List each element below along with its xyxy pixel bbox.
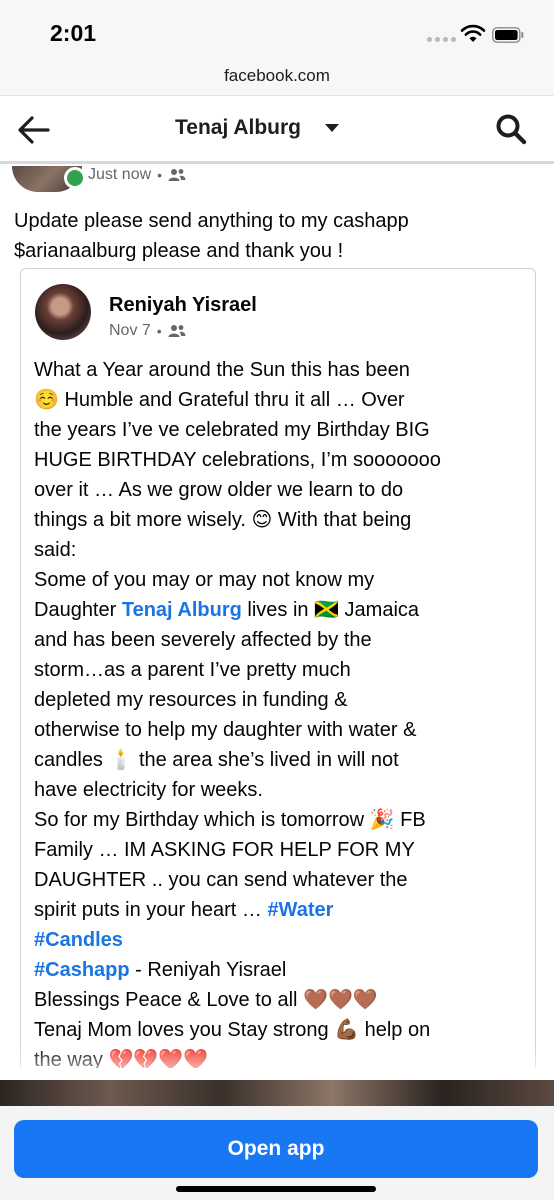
shared-post-text: said: <box>34 539 77 561</box>
page-title: Tenaj Alburg <box>175 116 301 139</box>
shared-post-text: What a Year around the Sun this has been <box>34 359 410 381</box>
status-bar: 2:01 <box>0 0 554 62</box>
cellular-signal-icon <box>427 37 456 42</box>
shared-post-line: Family … IM ASKING FOR HELP FOR MY <box>34 835 528 865</box>
shared-author-avatar[interactable] <box>35 284 91 340</box>
shared-post-text: have electricity for weeks. <box>34 779 263 801</box>
hashtag-link[interactable]: #Cashapp <box>34 959 130 981</box>
shared-post-text: lives in 🇯🇲 Jamaica <box>241 599 420 621</box>
shared-post-line: Daughter Tenaj Alburg lives in 🇯🇲 Jamaic… <box>34 595 528 625</box>
shared-post-line: #Candles <box>34 925 528 955</box>
shared-post-line: the years I’ve ve celebrated my Birthday… <box>34 415 528 445</box>
shared-post-text: HUGE BIRTHDAY celebrations, I’m sooooooo <box>34 449 441 471</box>
shared-author-name[interactable]: Reniyah Yisrael <box>109 294 257 317</box>
shared-post-text: things a bit more wisely. 😊 With that be… <box>34 509 412 531</box>
shared-post-text: spirit puts in your heart … <box>34 899 268 921</box>
battery-icon <box>492 27 524 43</box>
shared-post-line: things a bit more wisely. 😊 With that be… <box>34 505 528 535</box>
shared-post-text: Blessings Peace & Love to all 🤎🤎🤎 <box>34 989 378 1011</box>
friends-audience-icon <box>168 169 186 181</box>
shared-post-line: #Cashapp - Reniyah Yisrael <box>34 955 528 985</box>
shared-post-line: and has been severely affected by the <box>34 625 528 655</box>
meta-separator: • <box>157 167 163 183</box>
shared-post-text: Some of you may or may not know my <box>34 569 375 591</box>
profile-name-dropdown[interactable]: Tenaj Alburg <box>175 116 339 140</box>
post-text-line: Update please send anything to my cashap… <box>14 210 409 232</box>
shared-post-line: said: <box>34 535 528 565</box>
content-fade <box>0 1046 554 1082</box>
shared-post-line: DAUGHTER .. you can send whatever the <box>34 865 528 895</box>
shared-post-line: spirit puts in your heart … #Water <box>34 895 528 925</box>
shared-post-text: the years I’ve ve celebrated my Birthday… <box>34 419 430 441</box>
mention-link[interactable]: Tenaj Alburg <box>122 599 242 621</box>
shared-post-text: depleted my resources in funding & <box>34 689 348 711</box>
shared-post-body: What a Year around the Sun this has been… <box>34 355 528 1068</box>
hashtag-link[interactable]: #Candles <box>34 929 123 951</box>
address-bar[interactable]: facebook.com <box>0 62 554 96</box>
home-indicator <box>176 1186 376 1192</box>
shared-post-line: What a Year around the Sun this has been <box>34 355 528 385</box>
shared-post-line: Blessings Peace & Love to all 🤎🤎🤎 <box>34 985 528 1015</box>
post-text-line: $arianaalburg please and thank you ! <box>14 240 344 262</box>
shared-post-line: Tenaj Mom loves you Stay strong 💪🏾 help … <box>34 1015 528 1045</box>
shared-post-line: ☺️ Humble and Grateful thru it all … Ove… <box>34 385 528 415</box>
shared-post-text: otherwise to help my daughter with water… <box>34 719 417 741</box>
shared-post-timestamp[interactable]: Nov 7 <box>109 322 151 340</box>
shared-post-line: So for my Birthday which is tomorrow 🎉 F… <box>34 805 528 835</box>
shared-post-text: over it … As we grow older we learn to d… <box>34 479 404 501</box>
shared-post-line: candles 🕯️ the area she’s lived in will … <box>34 745 528 775</box>
open-app-button[interactable]: Open app <box>14 1120 538 1178</box>
friends-audience-icon <box>168 325 186 337</box>
shared-post-text: storm…as a parent I’ve pretty much <box>34 659 351 681</box>
meta-separator: • <box>156 323 162 339</box>
shared-post-text: Family … IM ASKING FOR HELP FOR MY <box>34 839 415 861</box>
shared-post-text: - Reniyah Yisrael <box>129 959 287 981</box>
shared-post-line: over it … As we grow older we learn to d… <box>34 475 528 505</box>
hashtag-link[interactable]: #Water <box>267 899 333 921</box>
online-status-dot <box>64 167 86 189</box>
shared-post-line: HUGE BIRTHDAY celebrations, I’m sooooooo <box>34 445 528 475</box>
shared-post-line: Some of you may or may not know my <box>34 565 528 595</box>
back-arrow-icon[interactable] <box>14 112 54 148</box>
shared-post-text: DAUGHTER .. you can send whatever the <box>34 869 408 891</box>
status-time: 2:01 <box>50 20 97 46</box>
shared-post-card[interactable]: Reniyah Yisrael Nov 7 • What a Year arou… <box>20 268 536 1068</box>
shared-post-text: So for my Birthday which is tomorrow 🎉 F… <box>34 809 426 831</box>
page-header: Tenaj Alburg <box>0 96 554 164</box>
shared-post-line: storm…as a parent I’ve pretty much <box>34 655 528 685</box>
post-meta: Just now • <box>88 166 186 184</box>
caret-down-icon <box>325 124 339 132</box>
shared-post-line: have electricity for weeks. <box>34 775 528 805</box>
shared-post-text: ☺️ Humble and Grateful thru it all … Ove… <box>34 389 405 411</box>
post-timestamp[interactable]: Just now <box>88 166 151 184</box>
shared-post-text: Tenaj Mom loves you Stay strong 💪🏾 help … <box>34 1019 431 1041</box>
shared-post-text: and has been severely affected by the <box>34 629 372 651</box>
shared-post-meta: Nov 7 • <box>109 322 186 340</box>
url-text: facebook.com <box>224 66 330 85</box>
shared-post-line: depleted my resources in funding & <box>34 685 528 715</box>
search-icon[interactable] <box>494 112 528 146</box>
post-text: Update please send anything to my cashap… <box>14 206 544 266</box>
shared-post-text: Daughter <box>34 599 122 621</box>
shared-post-line: otherwise to help my daughter with water… <box>34 715 528 745</box>
wifi-icon <box>460 24 486 42</box>
shared-post-text: candles 🕯️ the area she’s lived in will … <box>34 749 399 771</box>
